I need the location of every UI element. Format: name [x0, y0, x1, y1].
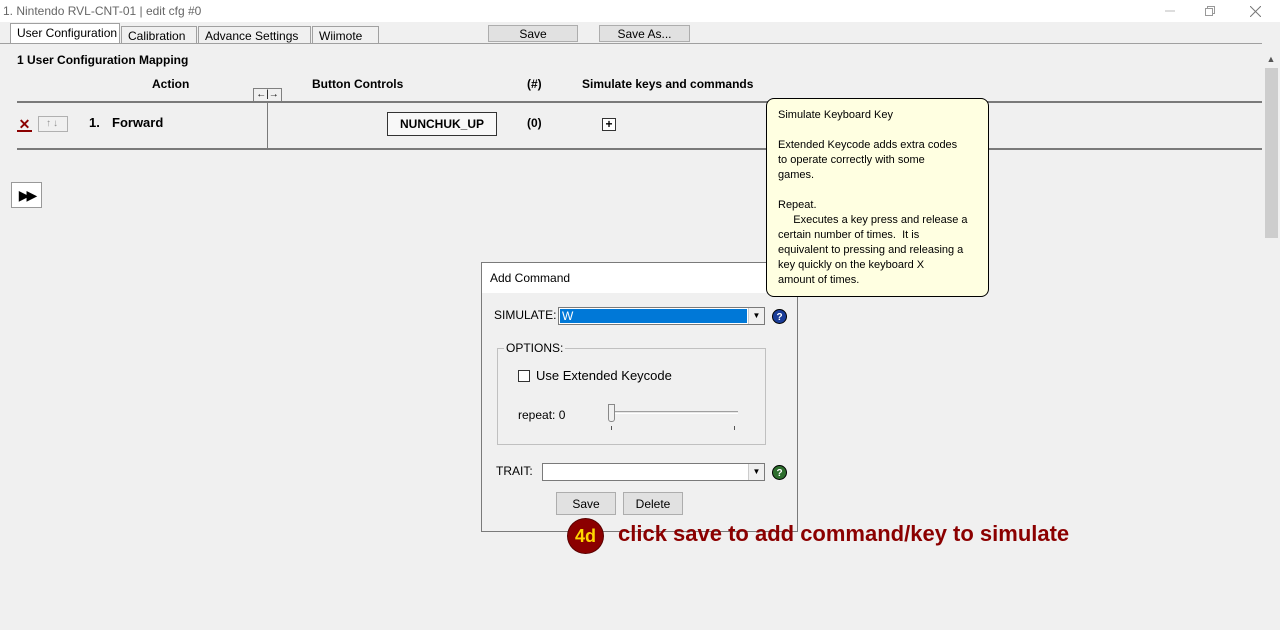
tab-advance-settings[interactable]: Advance Settings: [198, 26, 311, 44]
vertical-scrollbar[interactable]: ▲: [1262, 44, 1280, 630]
add-command-dialog: Add Command SIMULATE: W ▼ ? OPTIONS: Use…: [481, 262, 798, 532]
fast-forward-icon[interactable]: ▶▶: [11, 182, 42, 208]
tooltip-extended-keycode-text: Extended Keycode adds extra codes to ope…: [778, 139, 958, 181]
tab-divider: [0, 43, 1262, 44]
column-header-button-controls: Button Controls: [312, 77, 404, 91]
simulate-label: SIMULATE:: [494, 308, 557, 322]
window-title: 1. Nintendo RVL-CNT-01 | edit cfg #0: [3, 4, 202, 18]
tab-calibration[interactable]: Calibration: [121, 26, 197, 44]
extended-keycode-checkbox[interactable]: [518, 370, 530, 382]
move-row-arrows-icon[interactable]: ↑↓: [38, 116, 68, 132]
column-resize-handle[interactable]: ←|→: [253, 88, 282, 102]
options-label: OPTIONS:: [504, 341, 566, 355]
tab-wiimote[interactable]: Wiimote: [312, 26, 379, 44]
dialog-save-button[interactable]: Save: [556, 492, 616, 515]
tab-user-configuration[interactable]: User Configuration: [10, 23, 120, 44]
repeat-slider-track[interactable]: [608, 411, 738, 414]
tooltip-title: Simulate Keyboard Key: [778, 109, 893, 121]
save-as-button[interactable]: Save As...: [599, 25, 690, 42]
tooltip-repeat-text: Repeat. Executes a key press and release…: [778, 199, 968, 286]
column-header-action: Action: [152, 77, 190, 91]
row-action: Forward: [112, 115, 164, 130]
simulate-keyboard-tooltip: Simulate Keyboard Key Extended Keycode a…: [766, 98, 989, 297]
row-top-divider: [17, 101, 1262, 103]
slider-tick-min: [611, 426, 612, 430]
row-count: (0): [527, 116, 542, 130]
scroll-up-icon[interactable]: ▲: [1262, 54, 1280, 68]
column-header-count: (#): [527, 77, 542, 91]
options-group: OPTIONS: Use Extended Keycode repeat: 0: [497, 341, 766, 445]
dialog-delete-button[interactable]: Delete: [623, 492, 683, 515]
dialog-title: Add Command: [482, 263, 797, 293]
trait-select[interactable]: ▼: [542, 463, 765, 481]
scroll-thumb[interactable]: [1265, 68, 1278, 238]
simulate-selected-value: W: [560, 309, 747, 323]
extended-keycode-label: Use Extended Keycode: [536, 368, 672, 383]
delete-row-icon[interactable]: ✕: [17, 117, 32, 132]
slider-tick-max: [734, 426, 735, 430]
column-divider: [267, 101, 268, 149]
restore-icon[interactable]: [1187, 0, 1233, 22]
simulate-select[interactable]: W ▼: [558, 307, 765, 325]
annotation-text: click save to add command/key to simulat…: [618, 521, 1070, 546]
help-icon[interactable]: ?: [772, 309, 787, 324]
column-header-simulate: Simulate keys and commands: [582, 77, 754, 91]
chevron-down-icon[interactable]: ▼: [748, 308, 764, 324]
trait-label: TRAIT:: [496, 464, 533, 478]
chevron-down-icon[interactable]: ▼: [748, 464, 764, 480]
row-index: 1.: [89, 115, 100, 130]
step-badge: 4d: [567, 518, 604, 554]
close-icon[interactable]: [1232, 0, 1278, 22]
section-title: 1 User Configuration Mapping: [17, 53, 189, 67]
repeat-label: repeat: 0: [518, 408, 566, 422]
title-bar: 1. Nintendo RVL-CNT-01 | edit cfg #0: [0, 0, 1280, 22]
row-bottom-divider: [17, 148, 1262, 150]
repeat-slider-thumb[interactable]: [608, 404, 615, 422]
button-control-value[interactable]: NUNCHUK_UP: [387, 112, 497, 136]
add-simulate-plus-icon[interactable]: +: [602, 118, 616, 131]
save-button[interactable]: Save: [488, 25, 578, 42]
help-icon[interactable]: ?: [772, 465, 787, 480]
